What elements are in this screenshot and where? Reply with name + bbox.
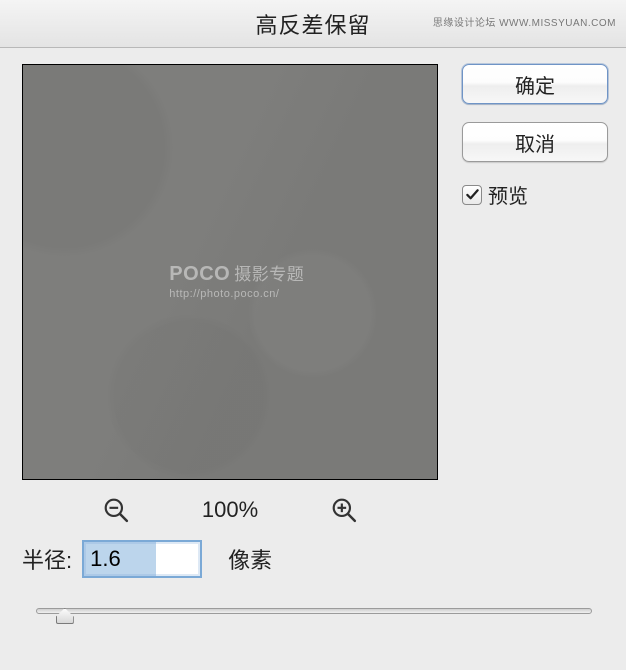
- wm-url: http://photo.poco.cn/: [169, 288, 304, 300]
- zoom-out-icon: [103, 497, 129, 523]
- radius-row: 半径: 像素: [22, 540, 272, 578]
- cancel-button[interactable]: 取消: [462, 122, 608, 162]
- title-bar: 高反差保留 思缘设计论坛 WWW.MISSYUAN.COM: [0, 0, 626, 48]
- check-icon: [465, 187, 480, 202]
- preview-watermark: POCO摄影专题 http://photo.poco.cn/: [169, 260, 304, 300]
- dialog-content: POCO摄影专题 http://photo.poco.cn/ 100% 半径:: [0, 48, 626, 670]
- radius-label: 半径:: [22, 543, 72, 575]
- ok-button[interactable]: 确定: [462, 64, 608, 104]
- side-panel: 确定 取消 预览: [462, 64, 608, 209]
- preview-checkbox-label: 预览: [488, 180, 528, 209]
- radius-input[interactable]: [82, 540, 202, 578]
- window-title: 高反差保留: [255, 8, 370, 40]
- radius-unit: 像素: [228, 543, 272, 575]
- radius-slider[interactable]: [36, 600, 592, 628]
- zoom-in-button[interactable]: [330, 496, 358, 524]
- top-watermark: 思缘设计论坛 WWW.MISSYUAN.COM: [433, 14, 616, 29]
- preview-image-area[interactable]: POCO摄影专题 http://photo.poco.cn/: [22, 64, 438, 480]
- zoom-out-button[interactable]: [102, 496, 130, 524]
- preview-checkbox[interactable]: [462, 185, 482, 205]
- wm-subtitle: 摄影专题: [234, 265, 304, 284]
- slider-track: [36, 608, 592, 614]
- wm-brand: POCO: [169, 263, 230, 285]
- preview-checkbox-row: 预览: [462, 180, 608, 209]
- zoom-controls: 100%: [22, 488, 438, 532]
- zoom-in-icon: [331, 497, 357, 523]
- zoom-level-label: 100%: [190, 497, 270, 523]
